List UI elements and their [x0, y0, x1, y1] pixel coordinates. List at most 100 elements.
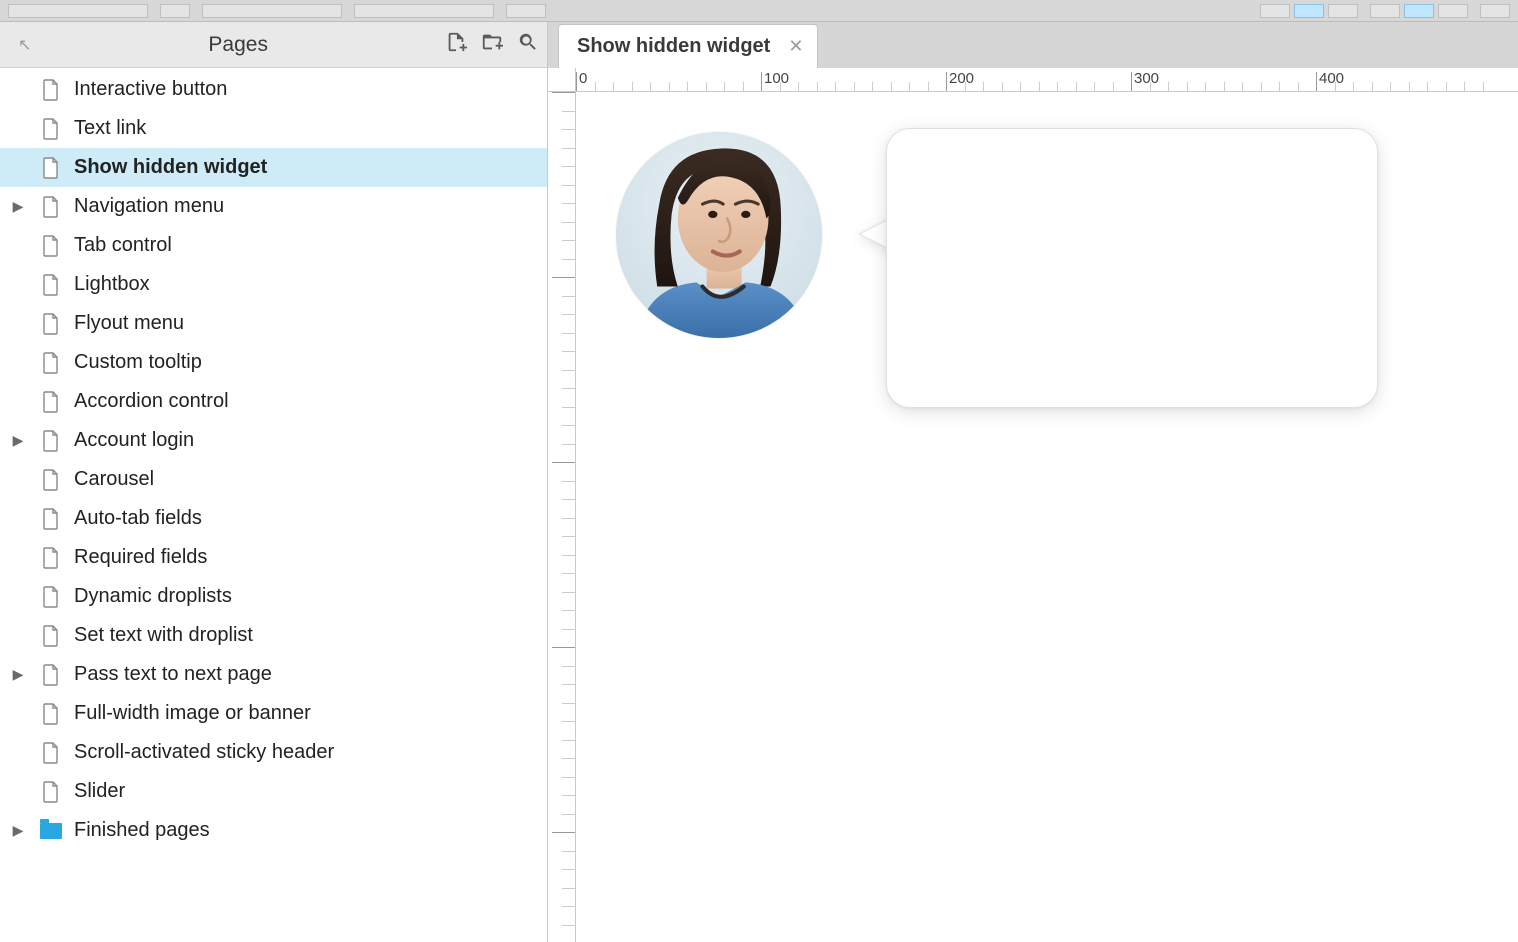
avatar-image — [616, 132, 822, 338]
page-icon — [42, 742, 60, 764]
page-icon — [42, 313, 60, 335]
page-tree-row[interactable]: Accordion control — [0, 382, 547, 421]
align-center-button[interactable] — [1294, 4, 1324, 18]
editor-pane: Show hidden widget ✕ 0 100 200 300 400 0 100 2… — [548, 22, 1518, 942]
pages-panel: ↖ Pages Interactive button Text link Show … — [0, 22, 548, 942]
page-icon — [42, 703, 60, 725]
page-tree-label: Flyout menu — [74, 312, 184, 335]
page-icon — [42, 430, 60, 452]
workspace: ↖ Pages Interactive button Text link Show … — [0, 22, 1518, 942]
tabstrip: Show hidden widget ✕ — [548, 22, 1518, 68]
canvas[interactable] — [576, 92, 1518, 942]
paint-button[interactable] — [160, 4, 190, 18]
align-left-button[interactable] — [1260, 4, 1290, 18]
pages-tree[interactable]: Interactive button Text link Show hidden w… — [0, 68, 547, 942]
page-tree-label: Lightbox — [74, 273, 150, 296]
ruler-tick-label: 200 — [949, 70, 974, 87]
page-tree-row[interactable]: ▶ Account login — [0, 421, 547, 460]
page-tree-row[interactable]: Dynamic droplists — [0, 577, 547, 616]
page-icon — [42, 469, 60, 491]
ruler-horizontal[interactable]: 0 100 200 300 400 — [576, 68, 1518, 92]
canvas-area: 0 100 200 300 400 0 100 200 300 400 — [548, 68, 1518, 942]
page-tree-row[interactable]: ▶Finished pages — [0, 811, 547, 850]
page-tree-row[interactable]: Text link — [0, 109, 547, 148]
ruler-tick-label: 300 — [548, 644, 549, 669]
page-tree-row[interactable]: Scroll-activated sticky header — [0, 733, 547, 772]
page-icon — [42, 508, 60, 530]
folder-icon — [40, 823, 62, 839]
page-tree-label: Tab control — [74, 234, 172, 257]
page-icon — [42, 781, 60, 803]
collapse-panel-icon[interactable]: ↖ — [18, 35, 31, 55]
weight-dropdown[interactable] — [354, 4, 494, 18]
page-tree-row[interactable]: Required fields — [0, 538, 547, 577]
page-tree-row[interactable]: Lightbox — [0, 265, 547, 304]
page-icon — [42, 235, 60, 257]
page-tree-row[interactable]: Flyout menu — [0, 304, 547, 343]
page-icon — [42, 547, 60, 569]
page-tree-label: Full-width image or banner — [74, 702, 311, 725]
page-icon — [42, 586, 60, 608]
add-page-icon[interactable] — [445, 31, 467, 58]
expand-caret-icon[interactable]: ▶ — [13, 432, 24, 449]
page-icon — [42, 196, 60, 218]
page-tree-label: Auto-tab fields — [74, 507, 202, 530]
page-tree-row[interactable]: Show hidden widget — [0, 148, 547, 187]
valign-bottom-button[interactable] — [1438, 4, 1468, 18]
align-right-button[interactable] — [1328, 4, 1358, 18]
ruler-tick-label: 400 — [1319, 70, 1344, 87]
page-tree-row[interactable]: Interactive button — [0, 70, 547, 109]
page-tree-row[interactable]: Custom tooltip — [0, 343, 547, 382]
page-tree-row[interactable]: ▶ Pass text to next page — [0, 655, 547, 694]
size-input[interactable] — [506, 4, 546, 18]
tab-label: Show hidden widget — [577, 35, 770, 58]
expand-caret-icon[interactable]: ▶ — [13, 666, 24, 683]
avatar[interactable] — [616, 132, 822, 338]
page-icon — [42, 664, 60, 686]
more-format-button[interactable] — [1480, 4, 1510, 18]
page-icon — [42, 118, 60, 140]
page-tree-label: Accordion control — [74, 390, 229, 413]
format-toolbar — [0, 0, 1518, 22]
ruler-tick-label: 200 — [548, 459, 549, 484]
ruler-tick-label: 100 — [764, 70, 789, 87]
page-tree-row[interactable]: Full-width image or banner — [0, 694, 547, 733]
add-folder-icon[interactable] — [481, 31, 503, 58]
page-icon — [42, 157, 60, 179]
valign-middle-button[interactable] — [1404, 4, 1434, 18]
pages-panel-title: Pages — [31, 33, 445, 57]
page-icon — [42, 625, 60, 647]
page-tree-row[interactable]: Slider — [0, 772, 547, 811]
page-tree-row[interactable]: Set text with droplist — [0, 616, 547, 655]
expand-caret-icon[interactable]: ▶ — [13, 198, 24, 215]
page-icon — [42, 274, 60, 296]
expand-caret-icon[interactable]: ▶ — [13, 822, 24, 839]
speech-bubble[interactable] — [886, 128, 1378, 408]
ruler-vertical[interactable]: 0100200300400 — [548, 92, 576, 942]
close-icon[interactable]: ✕ — [788, 36, 803, 57]
page-tree-label: Carousel — [74, 468, 154, 491]
valign-top-button[interactable] — [1370, 4, 1400, 18]
page-tree-label: Pass text to next page — [74, 663, 272, 686]
ruler-tick-label: 0 — [579, 70, 587, 87]
search-icon[interactable] — [517, 31, 539, 58]
page-tree-row[interactable]: Carousel — [0, 460, 547, 499]
page-tree-label: Set text with droplist — [74, 624, 253, 647]
tab-active[interactable]: Show hidden widget ✕ — [558, 24, 818, 68]
page-tree-row[interactable]: Tab control — [0, 226, 547, 265]
page-tree-label: Account login — [74, 429, 194, 452]
page-icon — [42, 391, 60, 413]
page-tree-label: Text link — [74, 117, 146, 140]
ruler-tick-label: 400 — [548, 829, 549, 854]
font-dropdown[interactable] — [202, 4, 342, 18]
ruler-tick-label: 300 — [1134, 70, 1159, 87]
page-tree-row[interactable]: ▶Navigation menu — [0, 187, 547, 226]
page-tree-label: Interactive button — [74, 78, 227, 101]
page-tree-row[interactable]: Auto-tab fields — [0, 499, 547, 538]
page-tree-label: Custom tooltip — [74, 351, 202, 374]
page-icon — [42, 352, 60, 374]
ruler-tick-label: 100 — [548, 274, 549, 299]
style-dropdown[interactable] — [8, 4, 148, 18]
page-tree-label: Scroll-activated sticky header — [74, 741, 334, 764]
ruler-corner — [548, 68, 576, 92]
